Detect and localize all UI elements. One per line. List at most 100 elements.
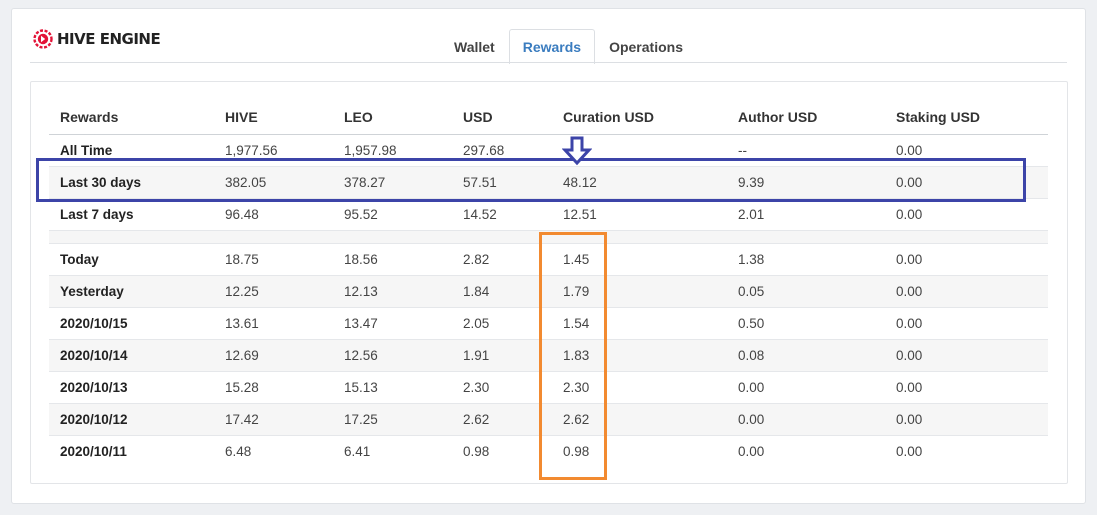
cell-usd: 57.51 — [452, 165, 552, 198]
cell-staking-usd: 0.00 — [885, 434, 1048, 467]
cell-leo: 12.56 — [333, 338, 452, 371]
rewards-panel: Rewards HIVE LEO USD Curation USD Author… — [30, 81, 1068, 484]
cell-hive: 382.05 — [214, 165, 333, 198]
table-row-last-7-days: Last 7 days 96.48 95.52 14.52 12.51 2.01… — [49, 197, 1048, 230]
cell-author-usd: 9.39 — [727, 165, 885, 198]
cell-hive: 12.69 — [214, 338, 333, 371]
cell-usd: 2.05 — [452, 306, 552, 339]
spacer-cell — [49, 229, 1048, 243]
cell-curation-usd: 1.79 — [552, 274, 727, 307]
tab-operations[interactable]: Operations — [595, 29, 697, 63]
tab-wallet[interactable]: Wallet — [440, 29, 509, 63]
table-row-last-30-days: Last 30 days 382.05 378.27 57.51 48.12 9… — [49, 165, 1048, 198]
table-row-2020-10-14: 2020/10/14 12.69 12.56 1.91 1.83 0.08 0.… — [49, 338, 1048, 371]
cell-author-usd: 0.08 — [727, 338, 885, 371]
cell-usd: 2.62 — [452, 402, 552, 435]
cell-curation-usd: 1.83 — [552, 338, 727, 371]
cell-author-usd: 0.00 — [727, 434, 885, 467]
cell-curation-usd: 2.30 — [552, 370, 727, 403]
cell-staking-usd: 0.00 — [885, 338, 1048, 371]
cell-usd: 2.30 — [452, 370, 552, 403]
header-author-usd: Author USD — [727, 100, 885, 135]
cell-leo: 378.27 — [333, 165, 452, 198]
cell-curation-usd: 12.51 — [552, 197, 727, 230]
cell-curation-usd — [552, 133, 727, 166]
cell-staking-usd: 0.00 — [885, 402, 1048, 435]
row-label: All Time — [49, 133, 214, 166]
cell-hive: 15.28 — [214, 370, 333, 403]
table-row-yesterday: Yesterday 12.25 12.13 1.84 1.79 0.05 0.0… — [49, 274, 1048, 307]
brand-name: HIVE ENGINE — [57, 30, 161, 48]
cell-usd: 2.82 — [452, 242, 552, 275]
header-hive: HIVE — [214, 100, 333, 135]
row-label: 2020/10/14 — [49, 338, 214, 371]
tab-bar: Wallet Rewards Operations — [440, 29, 697, 64]
wallet-card: HIVE ENGINE Wallet Rewards Operations Re… — [11, 8, 1086, 504]
cell-staking-usd: 0.00 — [885, 197, 1048, 230]
header-staking-usd: Staking USD — [885, 100, 1048, 135]
cell-staking-usd: 0.00 — [885, 165, 1048, 198]
cell-hive: 18.75 — [214, 242, 333, 275]
cell-hive: 96.48 — [214, 197, 333, 230]
header-rewards: Rewards — [49, 100, 214, 135]
cell-curation-usd: 1.45 — [552, 242, 727, 275]
cell-leo: 12.13 — [333, 274, 452, 307]
cell-staking-usd: 0.00 — [885, 306, 1048, 339]
table-row-all-time: All Time 1,977.56 1,957.98 297.68 -- 0.0… — [49, 133, 1048, 166]
row-label: Last 7 days — [49, 197, 214, 230]
hive-engine-logo-icon — [33, 29, 53, 49]
tab-divider — [30, 62, 1067, 63]
header-leo: LEO — [333, 100, 452, 135]
cell-hive: 1,977.56 — [214, 133, 333, 166]
cell-author-usd: -- — [727, 133, 885, 166]
table-row-today: Today 18.75 18.56 2.82 1.45 1.38 0.00 — [49, 242, 1048, 275]
table-spacer-row — [49, 229, 1048, 243]
cell-usd: 1.91 — [452, 338, 552, 371]
table-row-2020-10-11: 2020/10/11 6.48 6.41 0.98 0.98 0.00 0.00 — [49, 434, 1048, 467]
cell-author-usd: 1.38 — [727, 242, 885, 275]
cell-leo: 95.52 — [333, 197, 452, 230]
brand-logo[interactable]: HIVE ENGINE — [33, 29, 161, 49]
cell-staking-usd: 0.00 — [885, 370, 1048, 403]
header-curation-usd: Curation USD — [552, 100, 727, 135]
cell-author-usd: 0.05 — [727, 274, 885, 307]
row-label: 2020/10/15 — [49, 306, 214, 339]
row-label: Yesterday — [49, 274, 214, 307]
cell-curation-usd: 2.62 — [552, 402, 727, 435]
row-label: 2020/10/13 — [49, 370, 214, 403]
row-label: Today — [49, 242, 214, 275]
header-usd: USD — [452, 100, 552, 135]
cell-leo: 1,957.98 — [333, 133, 452, 166]
cell-staking-usd: 0.00 — [885, 242, 1048, 275]
rewards-table: Rewards HIVE LEO USD Curation USD Author… — [49, 100, 1048, 467]
cell-usd: 14.52 — [452, 197, 552, 230]
cell-curation-usd: 1.54 — [552, 306, 727, 339]
cell-usd: 0.98 — [452, 434, 552, 467]
cell-author-usd: 2.01 — [727, 197, 885, 230]
cell-leo: 6.41 — [333, 434, 452, 467]
cell-leo: 15.13 — [333, 370, 452, 403]
cell-hive: 17.42 — [214, 402, 333, 435]
cell-hive: 6.48 — [214, 434, 333, 467]
cell-leo: 18.56 — [333, 242, 452, 275]
cell-author-usd: 0.00 — [727, 370, 885, 403]
row-label: Last 30 days — [49, 165, 214, 198]
cell-hive: 12.25 — [214, 274, 333, 307]
cell-curation-usd: 0.98 — [552, 434, 727, 467]
cell-author-usd: 0.50 — [727, 306, 885, 339]
cell-leo: 17.25 — [333, 402, 452, 435]
row-label: 2020/10/12 — [49, 402, 214, 435]
cell-usd: 297.68 — [452, 133, 552, 166]
table-row-2020-10-15: 2020/10/15 13.61 13.47 2.05 1.54 0.50 0.… — [49, 306, 1048, 339]
row-label: 2020/10/11 — [49, 434, 214, 467]
cell-curation-usd: 48.12 — [552, 165, 727, 198]
cell-staking-usd: 0.00 — [885, 133, 1048, 166]
table-header-row: Rewards HIVE LEO USD Curation USD Author… — [49, 100, 1048, 135]
tab-rewards[interactable]: Rewards — [508, 29, 596, 64]
cell-leo: 13.47 — [333, 306, 452, 339]
cell-hive: 13.61 — [214, 306, 333, 339]
table-row-2020-10-13: 2020/10/13 15.28 15.13 2.30 2.30 0.00 0.… — [49, 370, 1048, 403]
cell-usd: 1.84 — [452, 274, 552, 307]
cell-author-usd: 0.00 — [727, 402, 885, 435]
table-row-2020-10-12: 2020/10/12 17.42 17.25 2.62 2.62 0.00 0.… — [49, 402, 1048, 435]
